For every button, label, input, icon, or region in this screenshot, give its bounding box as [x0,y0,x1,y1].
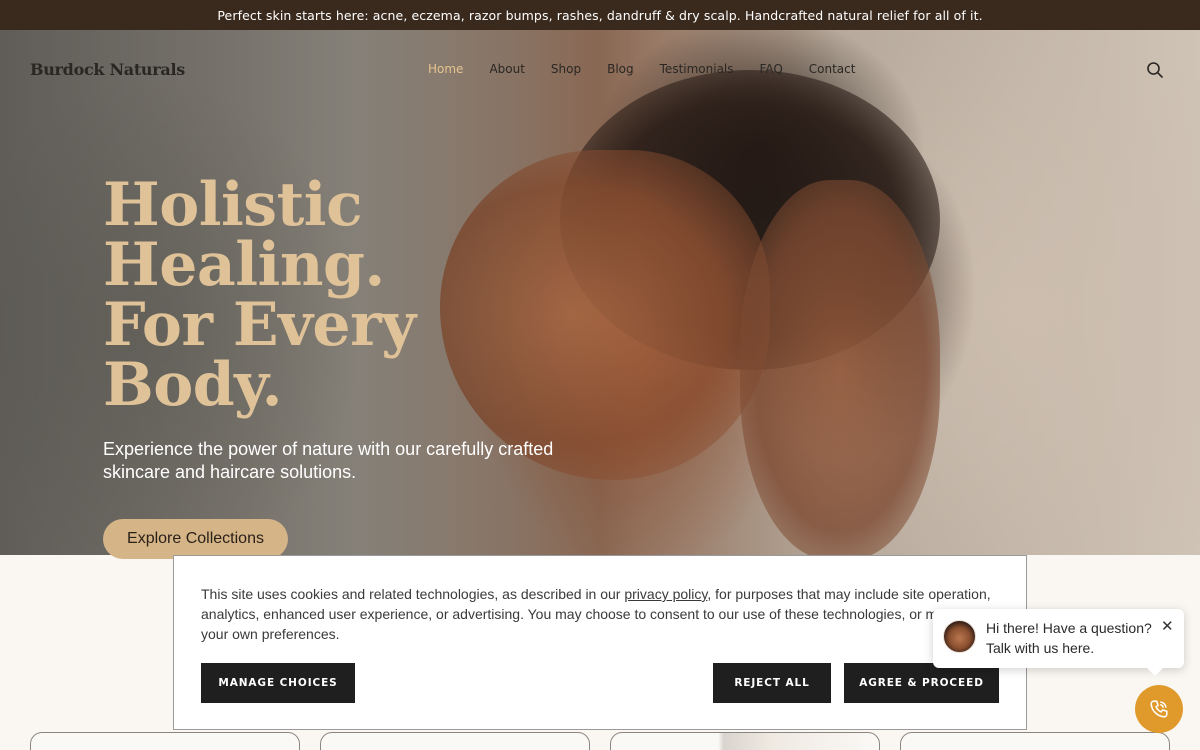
explore-collections-button[interactable]: Explore Collections [103,519,288,559]
brand-logo[interactable]: Burdock Naturals [30,60,185,79]
hero-title: Holistic Healing. For Every Body. [103,175,543,415]
chat-line-2: Talk with us here. [986,640,1095,656]
nav-item-testimonials[interactable]: Testimonials [660,62,734,76]
product-card[interactable] [900,732,1170,750]
nav-item-about[interactable]: About [489,62,524,76]
cookie-banner: This site uses cookies and related techn… [173,555,1027,730]
announcement-bar: Perfect skin starts here: acne, eczema, … [0,0,1200,30]
nav-item-home[interactable]: Home [428,62,463,76]
phone-icon [1150,700,1168,718]
chat-popup[interactable]: Hi there! Have a question? Talk with us … [933,609,1184,676]
product-card[interactable] [30,732,300,750]
call-button[interactable] [1135,685,1183,733]
nav-item-faq[interactable]: FAQ [760,62,783,76]
product-card[interactable] [610,732,880,750]
hero-image-arm [740,180,940,555]
hero-title-line: Holistic [103,170,363,240]
nav-item-blog[interactable]: Blog [607,62,634,76]
nav-item-shop[interactable]: Shop [551,62,581,76]
nav-item-contact[interactable]: Contact [809,62,856,76]
product-card[interactable] [320,732,590,750]
main-nav: Home About Shop Blog Testimonials FAQ Co… [428,62,855,76]
hero-subtitle: Experience the power of nature with our … [103,439,554,482]
agree-proceed-button[interactable]: AGREE & PROCEED [844,663,999,703]
hero-title-line: Healing. [103,230,385,300]
close-icon[interactable]: ✕ [1161,617,1174,635]
reject-all-button[interactable]: REJECT ALL [713,663,831,703]
cookie-message: This site uses cookies and related techn… [201,584,991,644]
announcement-text: Perfect skin starts here: acne, eczema, … [217,7,983,23]
hero-title-line: For Every [103,290,416,360]
avatar [943,620,976,653]
chat-message: Hi there! Have a question? Talk with us … [986,618,1152,658]
cookie-text-start: This site uses cookies and related techn… [201,586,625,602]
hero-title-line: Body. [103,350,283,420]
search-icon[interactable] [1146,61,1164,79]
privacy-policy-link[interactable]: privacy policy [624,586,707,602]
manage-choices-button[interactable]: MANAGE CHOICES [201,663,355,703]
chat-line-1: Hi there! Have a question? [986,620,1152,636]
